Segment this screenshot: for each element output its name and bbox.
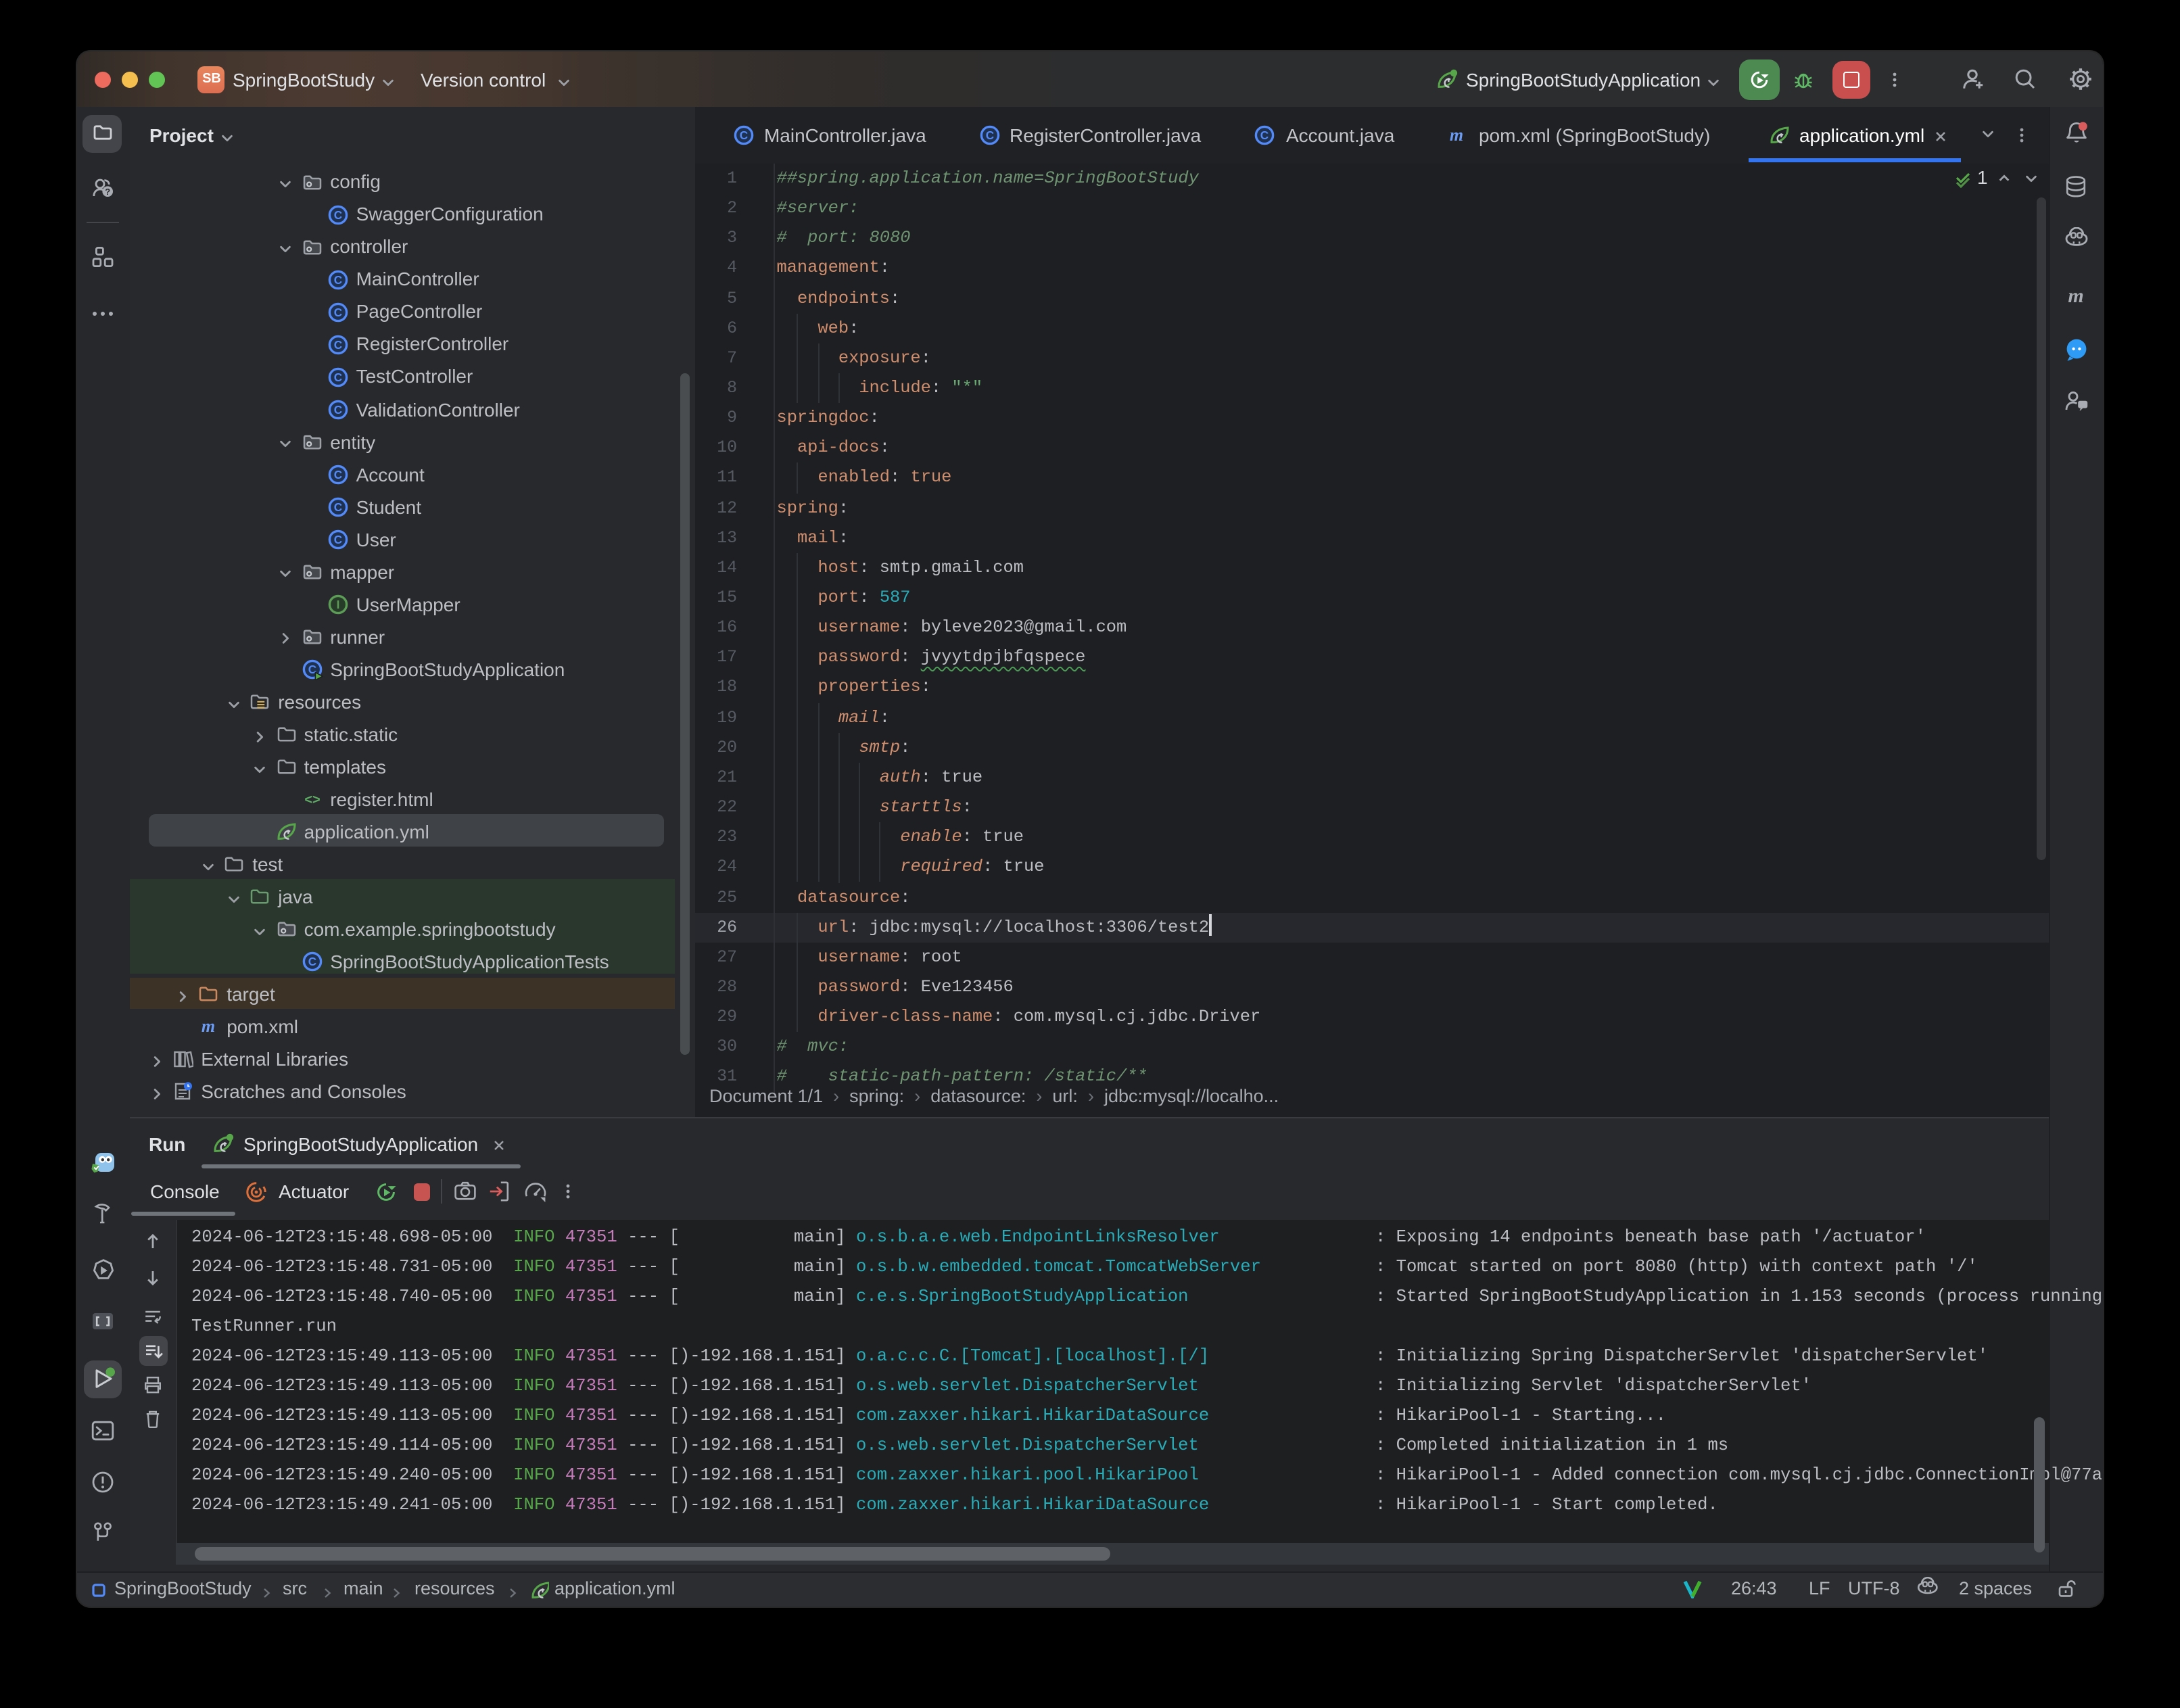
svg-text:C: C bbox=[987, 128, 995, 141]
svg-text:C: C bbox=[334, 208, 342, 221]
svg-text:C: C bbox=[1260, 128, 1269, 141]
svg-text:m: m bbox=[202, 1017, 216, 1037]
svg-text:C: C bbox=[334, 500, 342, 514]
svg-text:C: C bbox=[334, 272, 342, 286]
svg-text:m: m bbox=[2068, 284, 2084, 306]
svg-text:C: C bbox=[334, 402, 342, 416]
svg-text:m: m bbox=[1450, 124, 1464, 144]
svg-text:<>: <> bbox=[304, 792, 320, 807]
svg-text:C: C bbox=[740, 128, 749, 141]
svg-text:C: C bbox=[334, 370, 342, 383]
svg-text:?: ? bbox=[105, 187, 111, 197]
svg-text:C: C bbox=[334, 533, 342, 546]
svg-text:C: C bbox=[308, 955, 316, 968]
svg-text:C: C bbox=[334, 337, 342, 351]
svg-text:C: C bbox=[334, 305, 342, 318]
svg-text:I: I bbox=[337, 598, 340, 611]
svg-text:C: C bbox=[334, 468, 342, 481]
